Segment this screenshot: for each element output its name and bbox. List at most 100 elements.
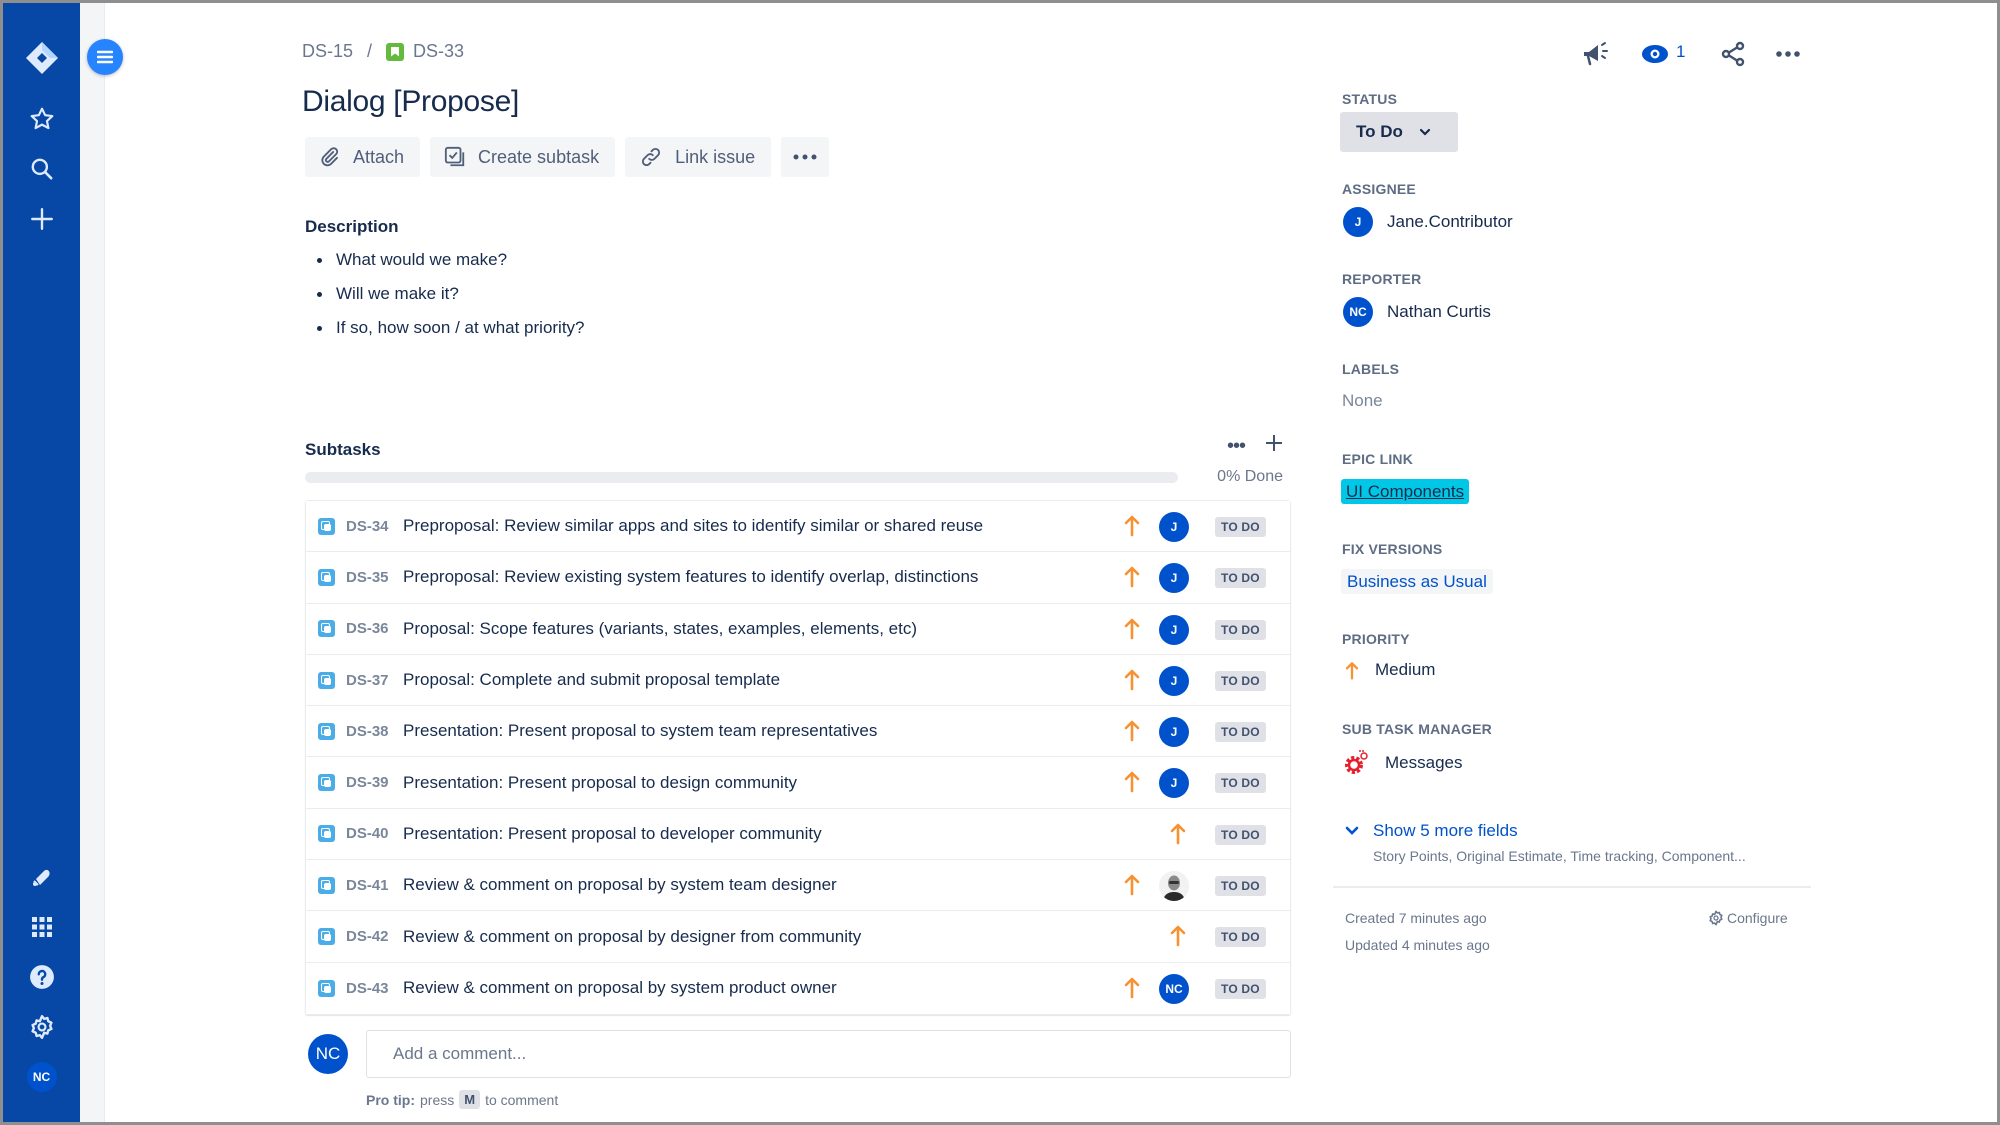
labels-label: LABELS [1342, 361, 1400, 377]
subtask-key[interactable]: DS-42 [346, 928, 402, 945]
assignee-avatar[interactable]: J [1159, 717, 1189, 748]
breadcrumb-current-link[interactable]: DS-33 [413, 41, 464, 62]
fix-version-lozenge[interactable]: Business as Usual [1341, 569, 1493, 594]
subtask-key[interactable]: DS-41 [346, 877, 402, 894]
subtask-summary[interactable]: Proposal: Scope features (variants, stat… [403, 619, 917, 639]
status-lozenge[interactable]: TO DO [1215, 978, 1266, 999]
subtasks-more-button[interactable]: ••• [1227, 435, 1246, 458]
priority-medium-icon [1170, 926, 1186, 947]
subtask-summary[interactable]: Presentation: Present proposal to system… [403, 721, 877, 741]
labels-value[interactable]: None [1342, 391, 1383, 411]
issue-title[interactable]: Dialog [Propose] [302, 85, 519, 119]
status-label: STATUS [1342, 91, 1398, 107]
status-lozenge[interactable]: TO DO [1215, 773, 1266, 794]
subtask-summary[interactable]: Presentation: Present proposal to develo… [403, 824, 822, 844]
user-menu[interactable]: NC [3, 1057, 80, 1097]
more-horizontal-icon[interactable] [1775, 50, 1801, 58]
status-lozenge[interactable]: TO DO [1215, 619, 1266, 640]
status-lozenge[interactable]: TO DO [1215, 670, 1266, 691]
subtask-key[interactable]: DS-34 [346, 518, 402, 535]
subtask-row[interactable]: DS-42 Review & comment on proposal by de… [306, 911, 1290, 963]
description-content[interactable]: What would we make? Will we make it? If … [305, 248, 585, 350]
subtask-row[interactable]: DS-43 Review & comment on proposal by sy… [306, 962, 1290, 1014]
plus-icon[interactable] [3, 199, 80, 239]
jira-logo-icon[interactable] [3, 38, 80, 78]
priority-medium-icon [1124, 977, 1140, 998]
status-lozenge[interactable]: TO DO [1215, 927, 1266, 948]
subtask-row[interactable]: DS-35 Preproposal: Review existing syste… [306, 552, 1290, 604]
assignee-avatar[interactable]: J [1159, 563, 1189, 594]
search-icon[interactable] [3, 149, 80, 189]
subtask-row[interactable]: DS-38 Presentation: Present proposal to … [306, 706, 1290, 758]
priority-field[interactable]: Medium [1345, 660, 1435, 680]
assignee-avatar[interactable]: J [1159, 665, 1189, 696]
configure-button[interactable]: Configure [1708, 910, 1788, 926]
status-lozenge[interactable]: TO DO [1215, 876, 1266, 897]
assignee-avatar[interactable]: J [1159, 614, 1189, 645]
status-lozenge[interactable]: TO DO [1215, 568, 1266, 589]
add-subtask-button[interactable] [1265, 433, 1283, 457]
protip-press: press [420, 1091, 455, 1108]
subtask-summary[interactable]: Proposal: Complete and submit proposal t… [403, 670, 780, 690]
comment-input[interactable] [366, 1030, 1291, 1078]
subtask-type-icon [318, 671, 335, 689]
status-lozenge[interactable]: TO DO [1215, 824, 1266, 845]
priority-medium-icon [1345, 662, 1359, 680]
description-item: What would we make? [305, 248, 585, 282]
status-lozenge[interactable]: TO DO [1215, 517, 1266, 537]
settings-icon[interactable] [3, 1007, 80, 1047]
watch-count[interactable]: 1 [1676, 42, 1685, 62]
share-icon[interactable] [1720, 41, 1746, 67]
subtask-list: DS-34 Preproposal: Review similar apps a… [305, 500, 1291, 1015]
assignee-avatar[interactable]: J [1159, 768, 1189, 799]
more-actions-button[interactable] [781, 137, 830, 177]
status-value: To Do [1356, 122, 1403, 141]
divider [1333, 886, 1811, 888]
reporter-avatar: NC [1343, 297, 1373, 327]
subtask-key[interactable]: DS-37 [346, 672, 402, 689]
subtask-summary[interactable]: Preproposal: Review similar apps and sit… [403, 516, 983, 536]
assignee-avatar[interactable]: J [1159, 512, 1189, 542]
assignee-avatar[interactable] [1159, 871, 1189, 902]
subtask-key[interactable]: DS-36 [346, 620, 402, 637]
subtask-row[interactable]: DS-34 Preproposal: Review similar apps a… [306, 501, 1290, 553]
status-dropdown[interactable]: To Do [1340, 112, 1458, 152]
subtask-key[interactable]: DS-43 [346, 980, 402, 997]
subtask-summary[interactable]: Review & comment on proposal by system p… [403, 978, 837, 998]
attach-button[interactable]: Attach [305, 137, 421, 177]
subtask-type-icon [318, 825, 335, 843]
watch-eye-icon[interactable] [1641, 43, 1669, 65]
create-subtask-button[interactable]: Create subtask [430, 137, 616, 177]
status-lozenge[interactable]: TO DO [1215, 722, 1266, 743]
star-icon[interactable] [3, 99, 80, 139]
subtask-row[interactable]: DS-40 Presentation: Present proposal to … [306, 808, 1290, 861]
assignee-field[interactable]: J Jane.Contributor [1343, 207, 1513, 237]
sub-task-manager-field[interactable]: Messages [1343, 749, 1462, 777]
app-switcher-icon[interactable] [3, 907, 80, 947]
help-icon[interactable] [3, 957, 80, 997]
subtask-type-icon [318, 876, 335, 894]
subtask-summary[interactable]: Presentation: Present proposal to design… [403, 773, 797, 793]
subtask-summary[interactable]: Review & comment on proposal by designer… [403, 927, 861, 947]
epic-link-lozenge[interactable]: UI Components [1341, 479, 1470, 504]
subtask-row[interactable]: DS-36 Proposal: Scope features (variants… [306, 603, 1290, 655]
subtask-row[interactable]: DS-41 Review & comment on proposal by sy… [306, 860, 1290, 912]
link-issue-button[interactable]: Link issue [625, 137, 772, 177]
breadcrumb-parent-link[interactable]: DS-15 [302, 41, 353, 62]
subtask-key[interactable]: DS-38 [346, 723, 402, 740]
reporter-field[interactable]: NC Nathan Curtis [1343, 297, 1491, 327]
progress-label: 0% Done [1217, 468, 1283, 485]
subtask-key[interactable]: DS-40 [346, 825, 402, 842]
subtask-summary[interactable]: Review & comment on proposal by system t… [403, 875, 837, 895]
show-more-fields-button[interactable]: Show 5 more fields [1345, 821, 1518, 841]
feedback-megaphone-icon[interactable] [1581, 41, 1609, 67]
subtask-key[interactable]: DS-39 [346, 774, 402, 791]
subtask-row[interactable]: DS-37 Proposal: Complete and submit prop… [306, 654, 1290, 707]
expand-sidebar-button[interactable] [87, 39, 123, 75]
subtask-row[interactable]: DS-39 Presentation: Present proposal to … [306, 757, 1290, 809]
assignee-avatar[interactable]: NC [1159, 973, 1189, 1004]
notifications-icon[interactable] [3, 857, 80, 897]
subtask-key[interactable]: DS-35 [346, 569, 402, 586]
subtask-summary[interactable]: Preproposal: Review existing system feat… [403, 567, 978, 587]
subtasks-progress-bar [305, 472, 1178, 483]
